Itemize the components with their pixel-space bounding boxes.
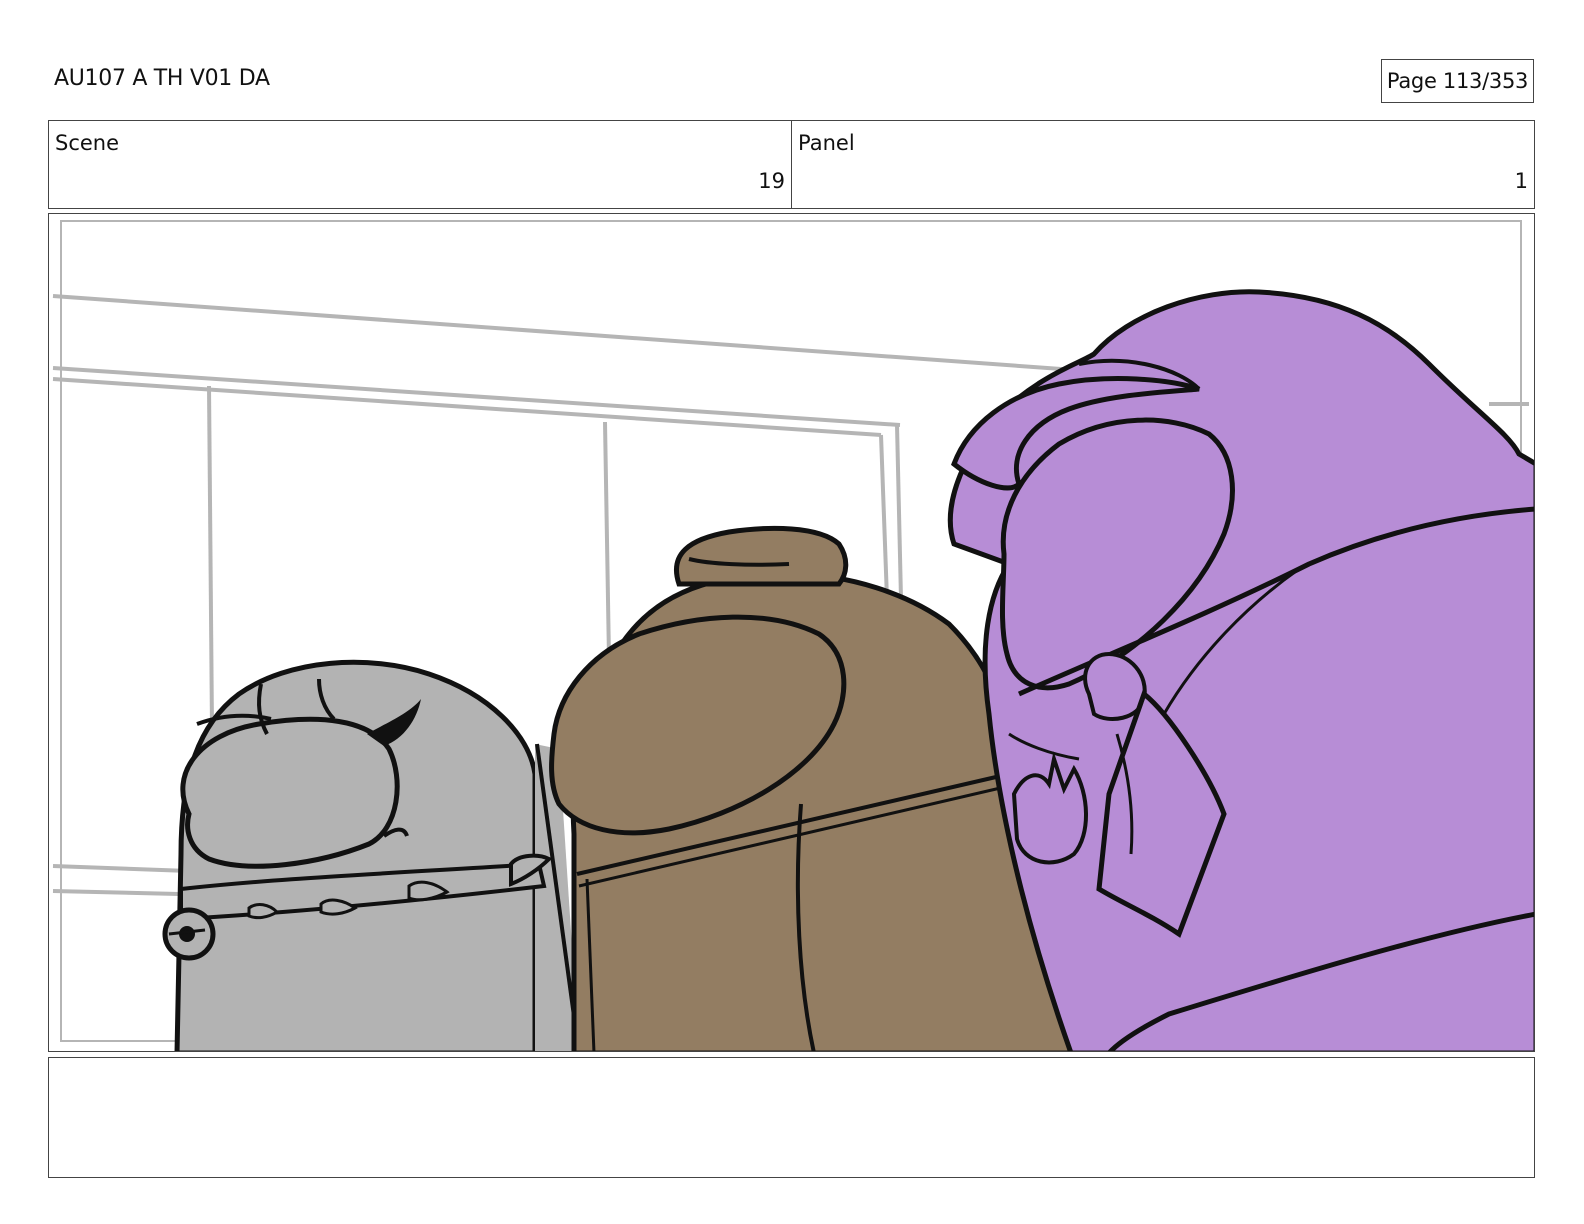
- panel-label: Panel: [798, 131, 855, 155]
- scene-value: 19: [758, 169, 785, 193]
- page-number: Page 113/353: [1381, 59, 1534, 103]
- storyboard-drawing: [52, 220, 1534, 1051]
- gray-character: [162, 659, 581, 1051]
- scene-panel-info: Scene 19 Panel 1: [48, 120, 1535, 209]
- notes-box: [48, 1057, 1535, 1178]
- scene-cell: Scene 19: [49, 121, 791, 208]
- panel-cell: Panel 1: [791, 121, 1534, 208]
- storyboard-frame: [48, 213, 1535, 1052]
- scene-label: Scene: [55, 131, 120, 155]
- purple-character: [947, 289, 1534, 1051]
- panel-value: 1: [1514, 169, 1528, 193]
- project-title: AU107 A TH V01 DA: [54, 66, 270, 91]
